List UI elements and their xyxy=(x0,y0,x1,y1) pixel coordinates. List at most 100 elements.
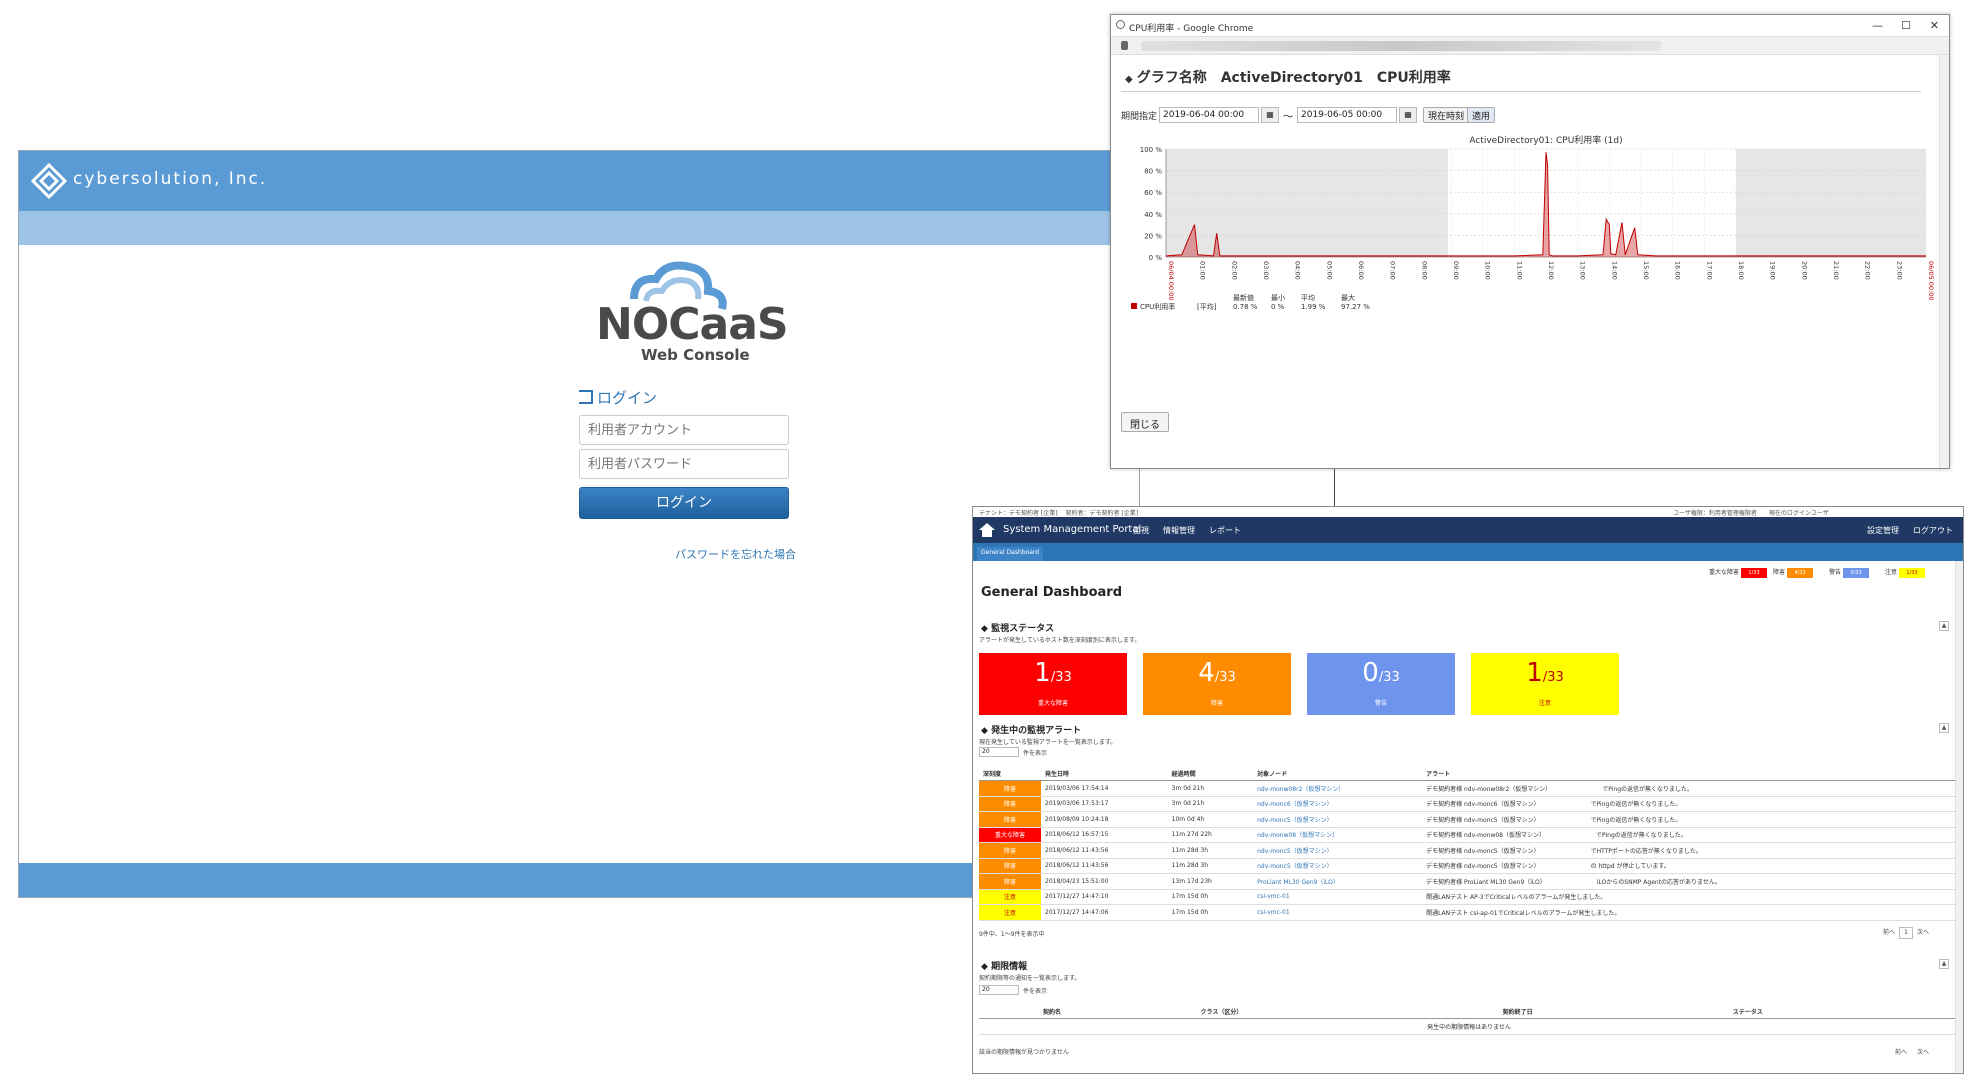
status-section-label: 監視ステータス xyxy=(991,624,1055,634)
table-row[interactable]: 障害 2018/06/12 11:43:56 11m 28d 3h ndv-monc5… xyxy=(979,858,1959,874)
alert-node[interactable]: ndv-monw08（仮想マシン） xyxy=(1253,827,1423,843)
kpi-fault[interactable]: 4/33 障害 xyxy=(1143,653,1291,715)
collapse-icon[interactable]: ▲ xyxy=(1939,621,1949,631)
calendar-icon[interactable]: ▦ xyxy=(1261,107,1279,123)
chart-x-tick-label: 10:00 xyxy=(1484,261,1492,280)
col-contract-name[interactable]: 契約名 xyxy=(1039,1005,1197,1019)
login-button[interactable]: ログイン xyxy=(579,487,789,519)
alerts-count-note: 9件中、1〜9件を表示中 xyxy=(979,931,1045,938)
menu-logout[interactable]: ログアウト xyxy=(1913,525,1953,536)
calendar-icon[interactable]: ▦ xyxy=(1399,107,1417,123)
col-severity[interactable]: 深刻度 xyxy=(979,767,1041,781)
chart-legend-value: 97.27 % xyxy=(1341,303,1370,311)
alert-severity: 障害 xyxy=(979,811,1041,828)
chart-legend-agg: [平均] xyxy=(1197,302,1217,311)
menu-monitoring[interactable]: 監視 xyxy=(1133,525,1149,536)
table-row[interactable]: 注意 2017/12/27 14:47:10 17m 15d 0h csi-vmc-0… xyxy=(979,889,1959,905)
table-row[interactable]: 障害 2019/03/06 17:54:14 3m 0d 21h ndv-monw08… xyxy=(979,780,1959,797)
chart-x-tick-label: 05:00 xyxy=(1325,261,1333,280)
alert-severity: 障害 xyxy=(979,873,1041,890)
alert-node[interactable]: csi-vmc-01 xyxy=(1253,904,1423,921)
apply-button[interactable]: 適用 xyxy=(1467,107,1496,123)
col-status[interactable]: ステータス xyxy=(1728,1005,1959,1019)
alert-message: デモ契約者様 ndv-monc5（仮想マシン） の httpd が停止しています… xyxy=(1422,858,1959,874)
popup-scrollbar[interactable] xyxy=(1939,55,1949,468)
chart-x-tick-label: 06/04 00:00 xyxy=(1167,261,1175,301)
chart-x-tick-label: 18:00 xyxy=(1737,261,1745,280)
account-input[interactable] xyxy=(579,415,789,445)
chart-legend-value: 0.78 % xyxy=(1233,303,1258,311)
from-date-input[interactable]: 2019-06-04 00:00 xyxy=(1159,107,1259,123)
close-button[interactable]: 閉じる xyxy=(1121,412,1169,432)
col-class[interactable]: クラス（区分） xyxy=(1196,1005,1499,1019)
kpi-warning[interactable]: 0/33 警告 xyxy=(1307,653,1455,715)
col-elapsed[interactable]: 経過時間 xyxy=(1167,767,1254,781)
legend-warning: 警告 0/33 xyxy=(1829,567,1870,578)
alert-node[interactable]: ndv-monc6（仮想マシン） xyxy=(1253,796,1423,812)
alert-node[interactable]: ProLiant ML30 Gen9（iLO） xyxy=(1253,873,1423,890)
alert-node[interactable]: ndv-monw08r2（仮想マシン） xyxy=(1253,780,1423,797)
pager-next[interactable]: 次へ xyxy=(1917,1049,1929,1056)
chart-legend-header: 最新値 xyxy=(1233,293,1254,302)
url-text-blurred xyxy=(1141,41,1661,51)
alert-elapsed: 13m 17d 23h xyxy=(1167,873,1254,890)
table-row[interactable]: 重大な障害 2018/06/12 16:57:15 11m 27d 22h ndv-m… xyxy=(979,827,1959,843)
dashboard-window: テナント：デモ契約者 [企業] 契約者：デモ契約者 [企業] ユーザ権限：利用者… xyxy=(972,506,1964,1074)
table-row[interactable]: 障害 2019/03/06 17:53:17 3m 0d 21h ndv-monc6（… xyxy=(979,796,1959,812)
dashboard-scrollbar[interactable] xyxy=(1955,561,1963,1073)
popup-url-bar[interactable] xyxy=(1111,37,1949,55)
close-window-icon[interactable]: ✕ xyxy=(1930,19,1939,32)
menu-settings[interactable]: 設定管理 xyxy=(1867,525,1899,536)
table-row[interactable]: 障害 2019/08/09 10:24:18 10m 0d 4h ndv-monc5（… xyxy=(979,811,1959,828)
chart-x-tick-label: 04:00 xyxy=(1294,261,1302,280)
col-end-date[interactable]: 契約終了日 xyxy=(1498,1005,1729,1019)
alert-date: 2019/08/09 10:24:18 xyxy=(1041,811,1168,828)
user-info: ユーザ権限：利用者管理権限者 現在のログインユーザ xyxy=(1673,510,1829,517)
minimize-icon[interactable]: — xyxy=(1872,19,1883,32)
alerts-table-header: 深刻度 発生日時 経過時間 対象ノード アラート xyxy=(979,767,1959,781)
alert-message: デモ契約者様 ndv-monw08（仮想マシン） でPingの返信が無くなりまし… xyxy=(1422,827,1959,843)
col-date[interactable]: 発生日時 xyxy=(1041,767,1168,781)
contracts-table: 契約名 クラス（区分） 契約終了日 ステータス 発生中の期限情報はありません xyxy=(979,1005,1959,1035)
alerts-table: 深刻度 発生日時 経過時間 対象ノード アラート 障害 2019/03/06 17… xyxy=(979,767,1959,921)
dashboard-top-info: テナント：デモ契約者 [企業] 契約者：デモ契約者 [企業] ユーザ権限：利用者… xyxy=(973,507,1963,517)
collapse-icon[interactable]: ▲ xyxy=(1939,959,1949,969)
tab-general-dashboard[interactable]: General Dashboard xyxy=(977,547,1044,561)
pager-next[interactable]: 次へ xyxy=(1917,929,1929,936)
portal-title[interactable]: System Management Portal xyxy=(1003,524,1141,535)
product-subtitle: Web Console xyxy=(641,346,750,364)
cybersolution-logo-icon xyxy=(31,163,67,199)
col-node[interactable]: 対象ノード xyxy=(1253,767,1423,781)
alert-node[interactable]: ndv-monc5（仮想マシン） xyxy=(1253,842,1423,859)
legend-warning-label: 警告 xyxy=(1829,569,1842,576)
menu-report[interactable]: レポート xyxy=(1209,525,1241,536)
contract-page-size-select[interactable]: 20 xyxy=(979,985,1019,995)
table-row[interactable]: 注意 2017/12/27 14:47:06 17m 15d 0h csi-vmc-0… xyxy=(979,904,1959,921)
to-date-input[interactable]: 2019-06-05 00:00 xyxy=(1297,107,1397,123)
alert-message: 開通LANテスト AP-3でCriticalレベルのアラームが発生しました。 xyxy=(1422,889,1959,905)
chart-x-tick-label: 02:00 xyxy=(1230,261,1238,280)
maximize-icon[interactable]: ☐ xyxy=(1901,19,1911,32)
password-input[interactable] xyxy=(579,449,789,479)
kpi-caution[interactable]: 1/33 注意 xyxy=(1471,653,1619,715)
home-icon[interactable] xyxy=(977,521,997,539)
menu-info-management[interactable]: 情報管理 xyxy=(1163,525,1195,536)
chart-x-tick-label: 19:00 xyxy=(1769,261,1777,280)
alert-node[interactable]: ndv-monc5（仮想マシン） xyxy=(1253,858,1423,874)
table-row[interactable]: 障害 2018/04/23 15:51:00 13m 17d 23h ProLiant… xyxy=(979,873,1959,890)
pager-page[interactable]: 1 xyxy=(1899,927,1914,939)
kpi-warning-count: 0 xyxy=(1362,658,1379,688)
collapse-icon[interactable]: ▲ xyxy=(1939,723,1949,733)
kpi-critical[interactable]: 1/33 重大な障害 xyxy=(979,653,1127,715)
table-row[interactable]: 障害 2018/06/12 11:43:56 11m 28d 3h ndv-monc5… xyxy=(979,842,1959,859)
now-button[interactable]: 現在時刻 xyxy=(1423,107,1470,123)
page-size-select[interactable]: 20 xyxy=(979,747,1019,757)
contract-page-size-note: 件を表示 xyxy=(1023,988,1048,995)
alert-node[interactable]: ndv-monc5（仮想マシン） xyxy=(1253,811,1423,828)
alert-node[interactable]: csi-vmc-01 xyxy=(1253,889,1423,905)
pager-prev[interactable]: 前へ xyxy=(1883,929,1895,936)
forgot-password-link[interactable]: パスワードを忘れた場合 xyxy=(675,546,796,562)
pager-prev[interactable]: 前へ xyxy=(1895,1049,1907,1056)
col-alert[interactable]: アラート xyxy=(1422,767,1959,781)
connector-line xyxy=(1334,469,1335,507)
